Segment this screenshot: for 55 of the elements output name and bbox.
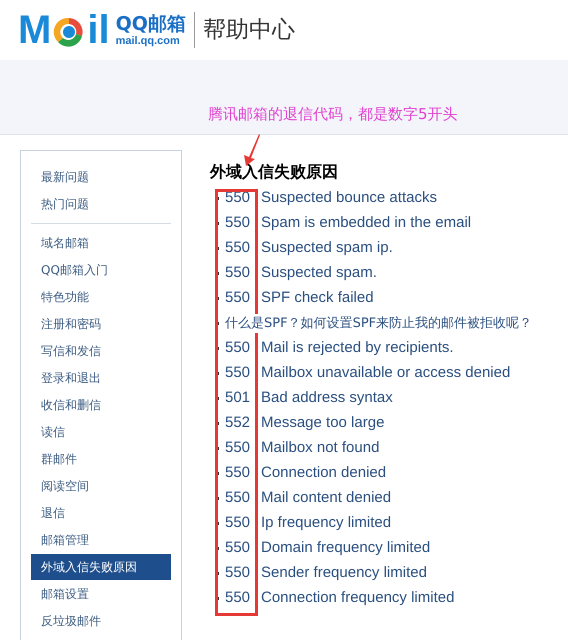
error-code: 550 <box>225 488 252 508</box>
error-link[interactable]: Domain frequency limited <box>261 537 430 560</box>
error-code: 550 <box>225 463 252 484</box>
brand-domain: mail.qq.com <box>116 35 181 47</box>
error-link[interactable]: Connection frequency limited <box>261 587 454 610</box>
error-code: 550 <box>225 363 252 384</box>
error-code: 550 <box>225 438 252 458</box>
error-link[interactable]: Message too large <box>261 412 384 435</box>
error-link[interactable]: Sender frequency limited <box>261 562 427 585</box>
error-code: 550 <box>225 263 252 284</box>
error-link[interactable]: Suspected spam. <box>261 262 377 285</box>
error-code: 550 <box>225 288 252 308</box>
error-code: 501 <box>225 388 252 408</box>
error-code: 550 <box>225 588 252 608</box>
section-title: 帮助中心 <box>202 16 295 45</box>
sidebar-item[interactable]: 写信和发信 <box>31 338 171 364</box>
sidebar-item[interactable]: QQ邮箱入门 <box>31 257 171 283</box>
error-link[interactable]: Suspected bounce attacks <box>261 187 437 210</box>
annotation-text: 腾讯邮箱的退信代码，都是数字5开头 <box>208 104 458 125</box>
sidebar-item[interactable]: 最新问题 <box>31 164 171 190</box>
sidebar-item[interactable]: 收信和删信 <box>31 392 171 418</box>
error-link[interactable]: Ip frequency limited <box>261 512 392 535</box>
error-link[interactable]: Mail is rejected by recipients. <box>261 337 454 360</box>
error-link[interactable]: Bad address syntax <box>261 387 393 410</box>
sidebar-item[interactable]: 外域入信失败原因 <box>31 554 171 580</box>
error-code: 550 <box>225 538 252 558</box>
logo-letters: il <box>87 10 110 50</box>
sidebar-item[interactable]: 域名邮箱 <box>31 230 171 256</box>
sidebar-item[interactable]: 邮箱设置 <box>31 581 171 607</box>
error-link[interactable]: Mailbox not found <box>261 437 380 460</box>
error-code: 550 <box>225 513 252 534</box>
sidebar-item[interactable]: 读信 <box>31 419 171 445</box>
error-link[interactable]: Suspected spam ip. <box>261 237 393 260</box>
sidebar-item[interactable]: 阅读空间 <box>31 473 171 499</box>
error-code: 550 <box>225 338 252 358</box>
sidebar-item[interactable]: 登录和退出 <box>31 365 171 391</box>
sidebar-item[interactable]: 退信 <box>31 500 171 526</box>
sidebar-item[interactable]: 群邮件 <box>31 446 171 472</box>
sidebar-item[interactable]: 注册和密码 <box>31 311 171 337</box>
error-link[interactable]: Connection denied <box>261 462 386 485</box>
error-link[interactable]: Mailbox unavailable or access denied <box>261 362 510 385</box>
sidebar-item[interactable]: 反垃圾邮件 <box>31 608 171 634</box>
error-code: 550 <box>225 213 252 234</box>
sidebar-item[interactable]: 邮箱管理 <box>31 527 171 553</box>
sidebar-item[interactable]: 特色功能 <box>31 284 171 310</box>
logo-letter: M <box>18 10 52 50</box>
sidebar-item[interactable]: 热门问题 <box>31 191 171 217</box>
error-link[interactable]: Spam is embedded in the email <box>261 212 472 235</box>
error-code: 552 <box>225 413 252 434</box>
error-code: 550 <box>225 238 252 258</box>
error-link[interactable]: SPF check failed <box>261 287 374 310</box>
error-link[interactable]: Mail content denied <box>261 487 392 510</box>
error-code: 550 <box>225 563 252 584</box>
article-title: 外域入信失败原因 <box>210 161 339 183</box>
brand-name: QQ邮箱 <box>116 13 186 35</box>
